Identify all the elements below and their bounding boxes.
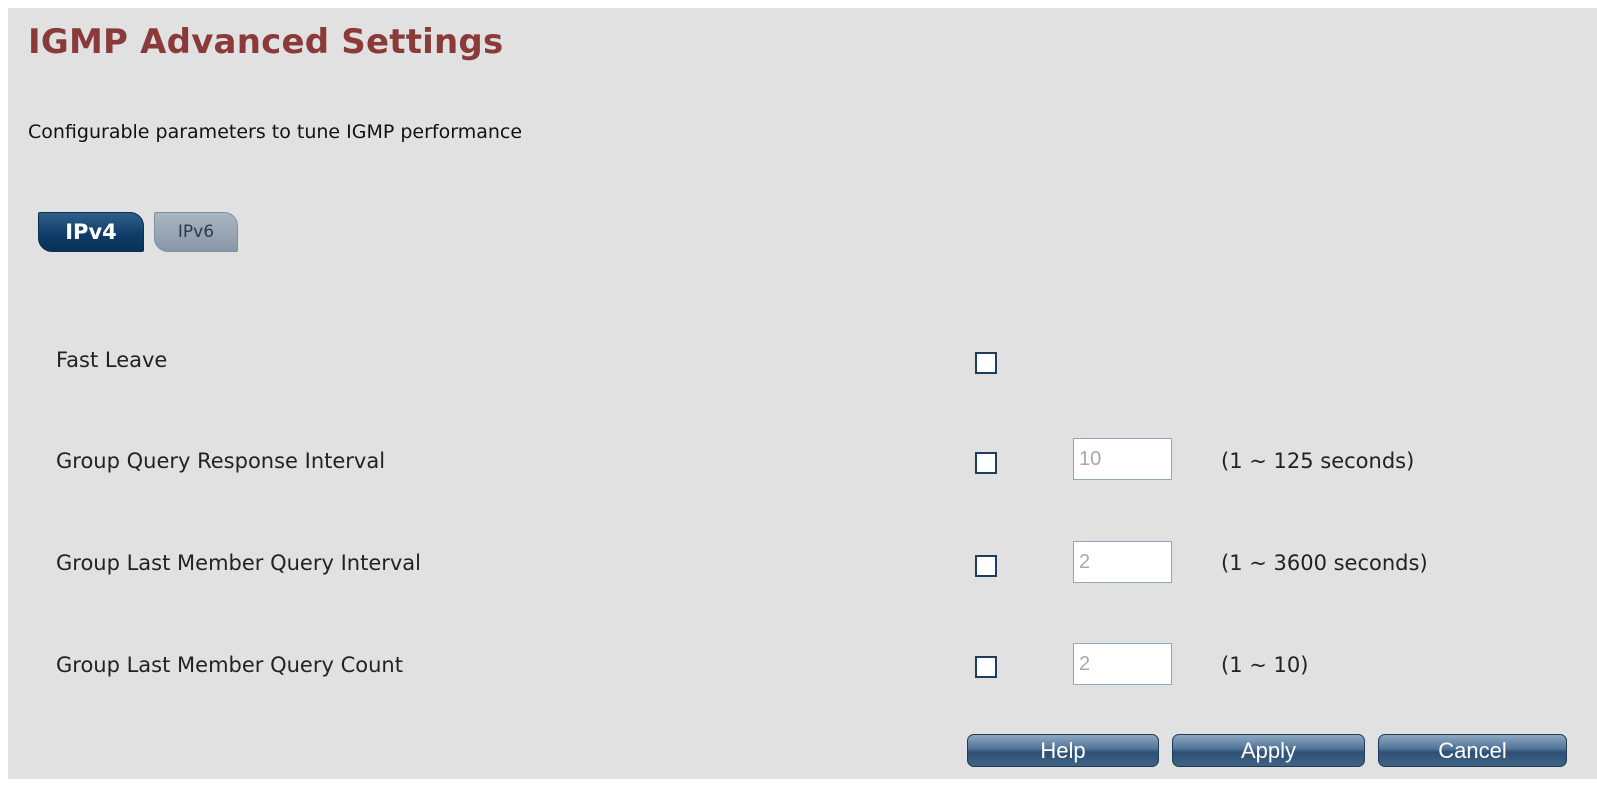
group-last-member-query-interval-label: Group Last Member Query Interval bbox=[56, 551, 421, 575]
tab-ipv4[interactable]: IPv4 bbox=[38, 212, 144, 252]
help-button[interactable]: Help bbox=[967, 734, 1159, 767]
page-description: Configurable parameters to tune IGMP per… bbox=[28, 121, 523, 143]
cancel-button[interactable]: Cancel bbox=[1378, 734, 1567, 767]
settings-panel: IGMP Advanced Settings Configurable para… bbox=[8, 8, 1597, 779]
apply-button[interactable]: Apply bbox=[1172, 734, 1365, 767]
group-last-member-query-count-range: (1 ~ 10) bbox=[1221, 653, 1309, 677]
page-title: IGMP Advanced Settings bbox=[28, 22, 504, 62]
group-last-member-query-interval-range: (1 ~ 3600 seconds) bbox=[1221, 551, 1428, 575]
tab-ipv6[interactable]: IPv6 bbox=[154, 212, 238, 252]
fast-leave-label: Fast Leave bbox=[56, 348, 168, 372]
group-query-response-interval-checkbox[interactable] bbox=[975, 452, 997, 474]
group-query-response-interval-input[interactable] bbox=[1073, 438, 1172, 480]
group-last-member-query-count-input[interactable] bbox=[1073, 643, 1172, 685]
group-last-member-query-interval-input[interactable] bbox=[1073, 541, 1172, 583]
fast-leave-checkbox[interactable] bbox=[975, 352, 997, 374]
group-query-response-interval-range: (1 ~ 125 seconds) bbox=[1221, 449, 1415, 473]
group-last-member-query-interval-checkbox[interactable] bbox=[975, 555, 997, 577]
group-query-response-interval-label: Group Query Response Interval bbox=[56, 449, 386, 473]
group-last-member-query-count-label: Group Last Member Query Count bbox=[56, 653, 403, 677]
group-last-member-query-count-checkbox[interactable] bbox=[975, 656, 997, 678]
